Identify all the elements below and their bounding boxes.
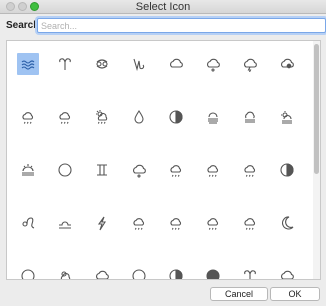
cloud-rain-icon[interactable] bbox=[128, 212, 150, 234]
cloud-rain-sun-icon[interactable] bbox=[54, 106, 76, 128]
cloud-icon[interactable] bbox=[165, 53, 187, 75]
raindrop-icon[interactable] bbox=[128, 106, 150, 128]
leo-icon[interactable] bbox=[17, 212, 39, 234]
cloud-rain-icon[interactable] bbox=[239, 212, 261, 234]
crescent-moon-icon[interactable] bbox=[276, 212, 298, 234]
search-input[interactable] bbox=[37, 18, 326, 33]
sun-fog-icon[interactable] bbox=[276, 106, 298, 128]
sunrise-icon[interactable] bbox=[17, 159, 39, 181]
fog-sun-icon[interactable] bbox=[202, 106, 224, 128]
cloud-rain-icon[interactable] bbox=[202, 159, 224, 181]
cloud-icon[interactable] bbox=[91, 265, 113, 279]
cloud-hail-icon[interactable] bbox=[276, 53, 298, 75]
cancer-icon[interactable] bbox=[91, 53, 113, 75]
cloud-drizzle-icon[interactable] bbox=[128, 159, 150, 181]
cloud-rain-icon[interactable] bbox=[202, 212, 224, 234]
lightning-icon[interactable] bbox=[91, 212, 113, 234]
fog-cloud-icon[interactable] bbox=[239, 106, 261, 128]
full-moon-icon[interactable] bbox=[202, 265, 224, 279]
capricorn-icon[interactable] bbox=[128, 53, 150, 75]
sun-cloud-icon[interactable] bbox=[54, 265, 76, 279]
scrollbar-thumb[interactable] bbox=[314, 44, 319, 174]
cloud-icon[interactable] bbox=[276, 265, 298, 279]
waves-icon[interactable] bbox=[17, 53, 39, 75]
vertical-scrollbar[interactable] bbox=[313, 41, 320, 279]
libra-icon[interactable] bbox=[54, 212, 76, 234]
cloud-rain-icon[interactable] bbox=[165, 159, 187, 181]
sun-cloud-rain-icon[interactable] bbox=[91, 106, 113, 128]
search-row: Search: bbox=[6, 18, 326, 34]
cloud-drizzle-icon[interactable] bbox=[202, 53, 224, 75]
half-circle-icon[interactable] bbox=[165, 265, 187, 279]
half-circle-icon[interactable] bbox=[276, 159, 298, 181]
window-title: Select Icon bbox=[135, 1, 191, 13]
cloud-lightning-icon[interactable] bbox=[239, 53, 261, 75]
circle-icon[interactable] bbox=[128, 265, 150, 279]
circle-icon[interactable] bbox=[54, 159, 76, 181]
cloud-rain-icon[interactable] bbox=[165, 212, 187, 234]
cancel-button[interactable]: Cancel bbox=[210, 287, 268, 301]
cloud-rain-sun-icon[interactable] bbox=[17, 106, 39, 128]
aries-icon[interactable] bbox=[54, 53, 76, 75]
gemini-icon[interactable] bbox=[91, 159, 113, 181]
half-moon-icon[interactable] bbox=[165, 106, 187, 128]
icon-grid bbox=[6, 40, 321, 280]
aries-icon[interactable] bbox=[239, 265, 261, 279]
circle-icon[interactable] bbox=[17, 265, 39, 279]
cloud-rain-icon[interactable] bbox=[239, 159, 261, 181]
ok-button[interactable]: OK bbox=[270, 287, 320, 301]
title-bar: Select Icon bbox=[0, 0, 326, 14]
